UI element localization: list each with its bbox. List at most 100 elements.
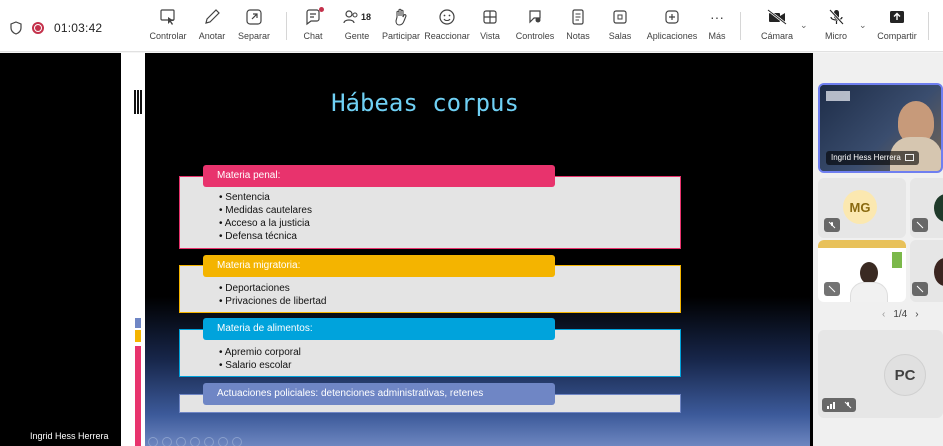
share-button[interactable]: Compartir <box>874 6 920 48</box>
apps-button[interactable]: Aplicaciones <box>644 6 700 48</box>
share-icon <box>888 6 906 28</box>
view-button[interactable]: Vista <box>476 6 504 48</box>
participants-pager: ‹ 1/4 › <box>882 309 919 320</box>
notes-label: Notas <box>566 31 590 41</box>
more-button[interactable]: ··· Más <box>705 6 729 48</box>
teams-meeting-window: 01:03:42 Controlar Anotar Separar Chat 1… <box>0 0 943 446</box>
camera-chevron-down-icon[interactable]: ⌄ <box>800 20 808 31</box>
slide-title: Hábeas corpus <box>331 89 519 117</box>
controls-button[interactable]: Controles <box>512 6 558 48</box>
presentation-slide: Hábeas corpus Materia penal: Sentencia M… <box>145 53 810 446</box>
list-item: Privaciones de libertad <box>219 295 326 308</box>
participant-tile[interactable] <box>818 240 906 302</box>
participant-tile-mg[interactable]: MG <box>818 178 906 238</box>
avatar: MG <box>843 190 877 224</box>
more-label: Más <box>708 31 726 41</box>
video-background-stripe <box>818 240 906 248</box>
list-item: Acceso a la justicia <box>219 217 312 230</box>
mic-button[interactable]: Micro <box>818 6 854 48</box>
section-list-penal: Sentencia Medidas cautelares Acceso a la… <box>219 191 312 243</box>
share-label: Compartir <box>877 31 917 41</box>
notes-icon <box>570 6 586 28</box>
smiley-icon <box>438 6 456 28</box>
section-header-alimentos: Materia de alimentos: <box>203 318 555 340</box>
list-item: Salario escolar <box>219 359 301 372</box>
meeting-timer: 01:03:42 <box>54 21 103 35</box>
raise-hand-button[interactable]: Participar <box>380 6 422 48</box>
view-label: Vista <box>480 31 500 41</box>
participant-tile[interactable] <box>910 178 943 238</box>
control-button[interactable]: Controlar <box>146 6 190 48</box>
more-icon: ··· <box>710 6 724 28</box>
slide-prev-icon[interactable] <box>148 437 158 446</box>
controls-label: Controles <box>515 31 555 41</box>
zoom-icon[interactable] <box>190 437 200 446</box>
breakout-rooms-label: Salas <box>608 31 632 41</box>
list-item: Sentencia <box>219 191 312 204</box>
popout-label: Separar <box>237 31 271 41</box>
pen-tool-icon[interactable] <box>162 437 172 446</box>
notes-button[interactable]: Notas <box>563 6 593 48</box>
camera-label: Cámara <box>760 31 793 41</box>
section-header-migratoria: Materia migratoria: <box>203 255 555 277</box>
participant-video <box>934 258 943 286</box>
camera-tool-icon[interactable] <box>218 437 228 446</box>
slide-more-icon[interactable] <box>232 437 242 446</box>
react-label: Reaccionar <box>424 31 470 41</box>
strip-lines-graphic <box>134 90 143 114</box>
add-app-icon <box>664 6 680 28</box>
list-item: Apremio corporal <box>219 346 301 359</box>
section-list-alimentos: Apremio corporal Salario escolar <box>219 346 301 372</box>
apps-label: Aplicaciones <box>646 31 698 41</box>
list-item: Defensa técnica <box>219 230 312 243</box>
featured-participant-name: Ingrid Hess Herrera <box>831 153 901 162</box>
pointer-icon[interactable] <box>204 437 214 446</box>
rooms-icon <box>612 6 628 28</box>
slide-grid-icon[interactable] <box>176 437 186 446</box>
camera-off-icon <box>767 6 787 28</box>
mic-off-icon <box>912 282 928 296</box>
pen-icon <box>203 6 221 28</box>
list-item: Deportaciones <box>219 282 326 295</box>
strip-color-block <box>135 346 141 446</box>
more-glyph: ··· <box>710 9 724 25</box>
participant-tile[interactable] <box>910 240 943 302</box>
mic-chevron-down-icon[interactable]: ⌄ <box>859 20 867 31</box>
signal-icon <box>826 401 835 409</box>
people-label: Gente <box>344 31 370 41</box>
recording-icon <box>32 22 44 34</box>
people-icon: 18 <box>343 6 371 28</box>
breakout-rooms-button[interactable]: Salas <box>605 6 635 48</box>
popout-button[interactable]: Separar <box>234 6 274 48</box>
participant-face <box>860 262 878 284</box>
people-button[interactable]: 18 Gente <box>339 6 375 48</box>
chat-button[interactable]: Chat <box>298 6 328 48</box>
list-item: Medidas cautelares <box>219 204 312 217</box>
featured-participant-tile[interactable]: Ingrid Hess Herrera <box>818 83 943 173</box>
raise-hand-label: Participar <box>381 31 420 41</box>
participant-tile-pc[interactable]: PC <box>818 330 943 418</box>
participant-video <box>934 194 943 222</box>
background-decoration <box>892 252 902 268</box>
shield-icon <box>10 21 22 35</box>
controls-icon <box>526 6 544 28</box>
presenter-controls <box>148 436 242 446</box>
pager-label: 1/4 <box>893 309 908 320</box>
mic-off-icon <box>824 218 840 232</box>
annotate-button[interactable]: Anotar <box>193 6 231 48</box>
meeting-toolbar: 01:03:42 Controlar Anotar Separar Chat 1… <box>0 0 943 52</box>
mic-label: Micro <box>825 31 847 41</box>
mic-off-icon <box>824 282 840 296</box>
meeting-status: 01:03:42 <box>10 18 102 38</box>
screen-share-icon <box>904 154 914 161</box>
raise-hand-icon <box>393 6 409 28</box>
pager-next-icon[interactable]: › <box>915 309 918 320</box>
pager-prev-icon[interactable]: ‹ <box>882 309 885 320</box>
camera-button[interactable]: Cámara <box>757 6 797 48</box>
people-count: 18 <box>360 12 371 22</box>
chat-notification-dot <box>319 7 324 12</box>
grid-icon <box>482 6 498 28</box>
annotate-label: Anotar <box>198 31 226 41</box>
chat-icon <box>304 6 324 28</box>
react-button[interactable]: Reaccionar <box>424 6 470 48</box>
